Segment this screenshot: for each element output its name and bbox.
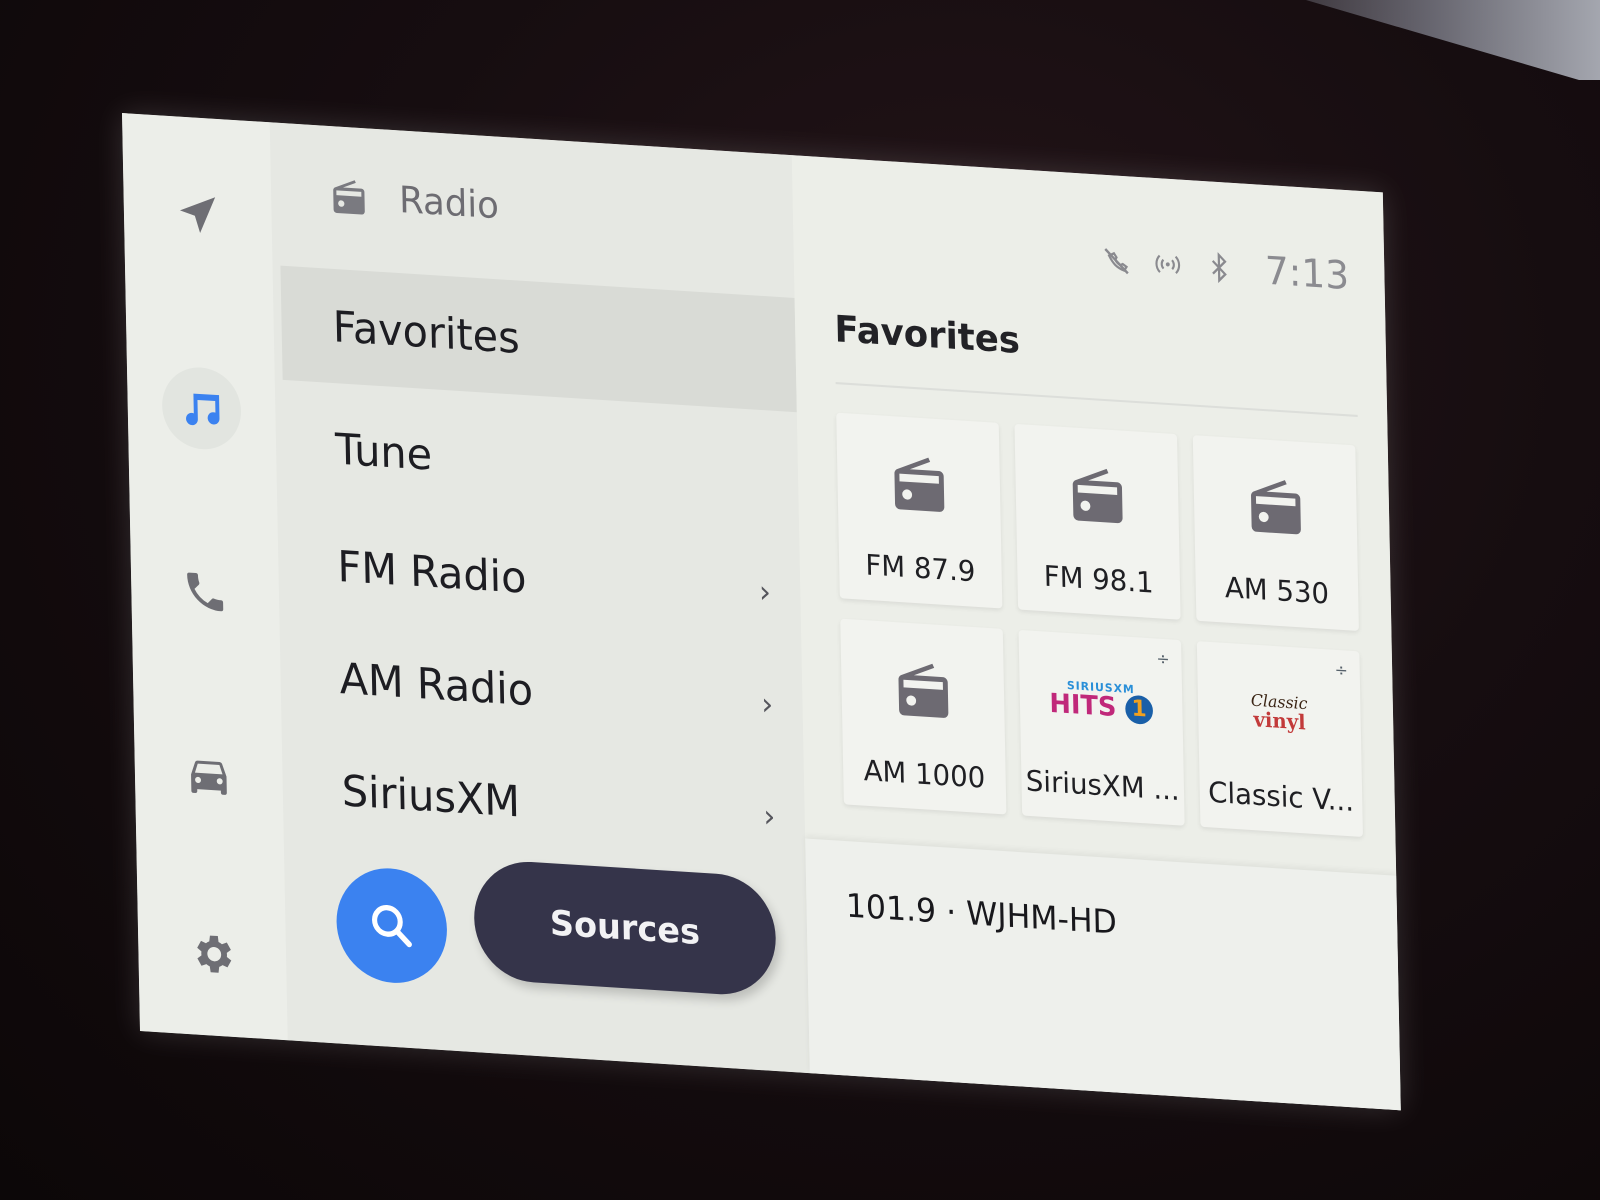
panel-title: Radio <box>398 179 500 228</box>
tile-label: SiriusXM ... <box>1025 763 1180 808</box>
favorite-tile-classic-vinyl[interactable]: ÷ Classic vinyl Classic V... <box>1196 641 1363 837</box>
logo-text: HITS <box>1049 688 1117 724</box>
menu-item-favorites[interactable]: Favorites <box>280 265 797 413</box>
clock-time: 7:13 <box>1264 248 1350 299</box>
rail-item-settings[interactable] <box>172 911 252 998</box>
rail-item-phone[interactable] <box>165 549 245 636</box>
tile-label: AM 530 <box>1224 570 1330 611</box>
satellite-badge-icon: ÷ <box>1334 659 1349 681</box>
logo-text: vinyl <box>1253 707 1306 735</box>
search-icon <box>372 904 412 948</box>
bluetooth-icon <box>1211 252 1227 284</box>
car-icon <box>191 760 227 795</box>
logo-text: 1 <box>1125 694 1154 725</box>
menu-item-label: AM Radio <box>339 652 534 716</box>
cellular-signal-icon <box>1155 254 1180 274</box>
music-note-icon <box>186 393 220 426</box>
favorite-tile-fm-98-1[interactable]: FM 98.1 <box>1014 423 1181 620</box>
infotainment-screen: Radio Favorites Tune FM Radio › AM Radio… <box>122 113 1401 1111</box>
menu-item-label: Favorites <box>332 300 521 363</box>
radio-icon <box>893 457 944 512</box>
favorites-content: 7:13 Favorites FM 87.9 FM 98.1 AM 530 AM… <box>791 155 1401 1111</box>
panel-header: Radio <box>330 175 499 227</box>
gear-icon <box>197 935 232 973</box>
rail-item-vehicle[interactable] <box>169 732 249 819</box>
radio-icon <box>897 663 948 718</box>
dashboard-glare <box>1306 0 1600 80</box>
tile-label: FM 87.9 <box>865 547 976 589</box>
radio-icon <box>333 179 365 215</box>
search-button[interactable] <box>335 865 449 987</box>
phone-icon <box>187 572 224 612</box>
menu-item-label: SiriusXM <box>341 765 521 827</box>
tile-label: FM 98.1 <box>1043 559 1154 600</box>
tile-label: Classic V... <box>1207 775 1355 819</box>
now-playing-station: 101.9 · WJHM-HD <box>845 885 1118 942</box>
content-title: Favorites <box>834 308 1021 363</box>
menu-item-label: Tune <box>334 423 433 480</box>
tile-label: AM 1000 <box>863 753 986 795</box>
now-playing-bar[interactable]: 101.9 · WJHM-HD <box>805 838 1401 1111</box>
rail-item-media[interactable] <box>161 365 242 452</box>
title-divider <box>835 382 1358 417</box>
favorite-tile-siriusxm-hits1[interactable]: ÷ SIRIUSXM HITS 1 SiriusXM ... <box>1018 629 1185 826</box>
chevron-right-icon: › <box>763 798 776 836</box>
favorite-tile-am-1000[interactable]: AM 1000 <box>840 618 1007 815</box>
radio-nav-panel: Radio Favorites Tune FM Radio › AM Radio… <box>269 122 810 1074</box>
sources-button[interactable]: Sources <box>473 858 777 998</box>
status-bar: 7:13 <box>1101 238 1349 298</box>
favorite-tile-fm-87-9[interactable]: FM 87.9 <box>836 412 1003 609</box>
radio-icon <box>1072 468 1123 523</box>
navigation-arrow-icon <box>179 197 216 234</box>
app-rail <box>122 113 288 1041</box>
radio-icon <box>1250 479 1301 534</box>
favorites-grid: FM 87.9 FM 98.1 AM 530 AM 1000 ÷ SIRIUSX… <box>836 412 1363 837</box>
favorite-tile-am-530[interactable]: AM 530 <box>1192 435 1359 631</box>
menu-item-label: FM Radio <box>336 540 527 603</box>
chevron-right-icon: › <box>758 574 772 611</box>
chevron-right-icon: › <box>760 686 774 723</box>
satellite-badge-icon: ÷ <box>1156 648 1170 669</box>
classic-vinyl-logo: Classic vinyl <box>1251 690 1308 735</box>
siriusxm-hits1-logo: SIRIUSXM HITS 1 <box>1049 679 1154 725</box>
rail-item-navigation[interactable] <box>158 171 238 258</box>
phone-muted-icon <box>1104 248 1129 275</box>
